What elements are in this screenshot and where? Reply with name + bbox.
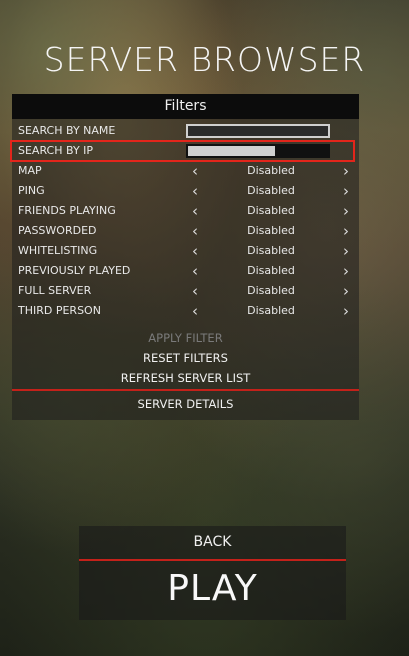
chevron-left-icon[interactable]: ‹ bbox=[192, 181, 198, 201]
chevron-right-icon[interactable]: › bbox=[343, 241, 349, 261]
filter-value: Disabled bbox=[247, 284, 295, 297]
search-by-name-row: SEARCH BY NAME bbox=[12, 121, 359, 141]
filter-value: Disabled bbox=[247, 304, 295, 317]
filter-label: THIRD PERSON bbox=[18, 304, 101, 317]
chevron-right-icon[interactable]: › bbox=[343, 181, 349, 201]
filter-row-full-server: FULL SERVER ‹ Disabled › bbox=[12, 281, 359, 301]
chevron-left-icon[interactable]: ‹ bbox=[192, 261, 198, 281]
divider bbox=[12, 389, 359, 391]
chevron-right-icon[interactable]: › bbox=[343, 261, 349, 281]
filter-value: Disabled bbox=[247, 184, 295, 197]
chevron-right-icon[interactable]: › bbox=[343, 301, 349, 321]
server-details-button[interactable]: SERVER DETAILS bbox=[12, 397, 359, 411]
chevron-left-icon[interactable]: ‹ bbox=[192, 241, 198, 261]
play-button[interactable]: PLAY bbox=[79, 568, 346, 609]
reset-filters-button[interactable]: RESET FILTERS bbox=[12, 351, 359, 365]
filter-value: Disabled bbox=[247, 244, 295, 257]
filter-row-friends-playing: FRIENDS PLAYING ‹ Disabled › bbox=[12, 201, 359, 221]
chevron-right-icon[interactable]: › bbox=[343, 221, 349, 241]
refresh-server-list-button[interactable]: REFRESH SERVER LIST bbox=[12, 371, 359, 385]
chevron-left-icon[interactable]: ‹ bbox=[192, 221, 198, 241]
chevron-right-icon[interactable]: › bbox=[343, 161, 349, 181]
filter-row-ping: PING ‹ Disabled › bbox=[12, 181, 359, 201]
back-button[interactable]: BACK bbox=[79, 534, 346, 550]
filter-value: Disabled bbox=[247, 224, 295, 237]
filter-label: FULL SERVER bbox=[18, 284, 92, 297]
filter-value: Disabled bbox=[247, 164, 295, 177]
chevron-left-icon[interactable]: ‹ bbox=[192, 301, 198, 321]
divider bbox=[79, 559, 346, 561]
filter-row-previously-played: PREVIOUSLY PLAYED ‹ Disabled › bbox=[12, 261, 359, 281]
filter-row-third-person: THIRD PERSON ‹ Disabled › bbox=[12, 301, 359, 321]
bottom-nav-panel: BACK PLAY bbox=[79, 526, 346, 620]
filter-label: PREVIOUSLY PLAYED bbox=[18, 264, 131, 277]
selected-row-highlight bbox=[10, 140, 355, 162]
chevron-right-icon[interactable]: › bbox=[343, 201, 349, 221]
filter-label: PING bbox=[18, 184, 45, 197]
filters-header: Filters bbox=[12, 94, 359, 119]
chevron-left-icon[interactable]: ‹ bbox=[192, 161, 198, 181]
chevron-left-icon[interactable]: ‹ bbox=[192, 201, 198, 221]
search-by-name-label: SEARCH BY NAME bbox=[18, 124, 116, 137]
page-title: SERVER BROWSER bbox=[43, 40, 366, 79]
chevron-right-icon[interactable]: › bbox=[343, 281, 349, 301]
chevron-left-icon[interactable]: ‹ bbox=[192, 281, 198, 301]
filter-row-map: MAP ‹ Disabled › bbox=[12, 161, 359, 181]
filter-row-passworded: PASSWORDED ‹ Disabled › bbox=[12, 221, 359, 241]
filter-value: Disabled bbox=[247, 204, 295, 217]
filter-label: MAP bbox=[18, 164, 42, 177]
filter-value: Disabled bbox=[247, 264, 295, 277]
apply-filter-button[interactable]: APPLY FILTER bbox=[12, 331, 359, 345]
filter-label: PASSWORDED bbox=[18, 224, 97, 237]
filter-row-whitelisting: WHITELISTING ‹ Disabled › bbox=[12, 241, 359, 261]
search-by-name-input[interactable] bbox=[186, 124, 330, 138]
filter-label: WHITELISTING bbox=[18, 244, 98, 257]
filter-label: FRIENDS PLAYING bbox=[18, 204, 116, 217]
